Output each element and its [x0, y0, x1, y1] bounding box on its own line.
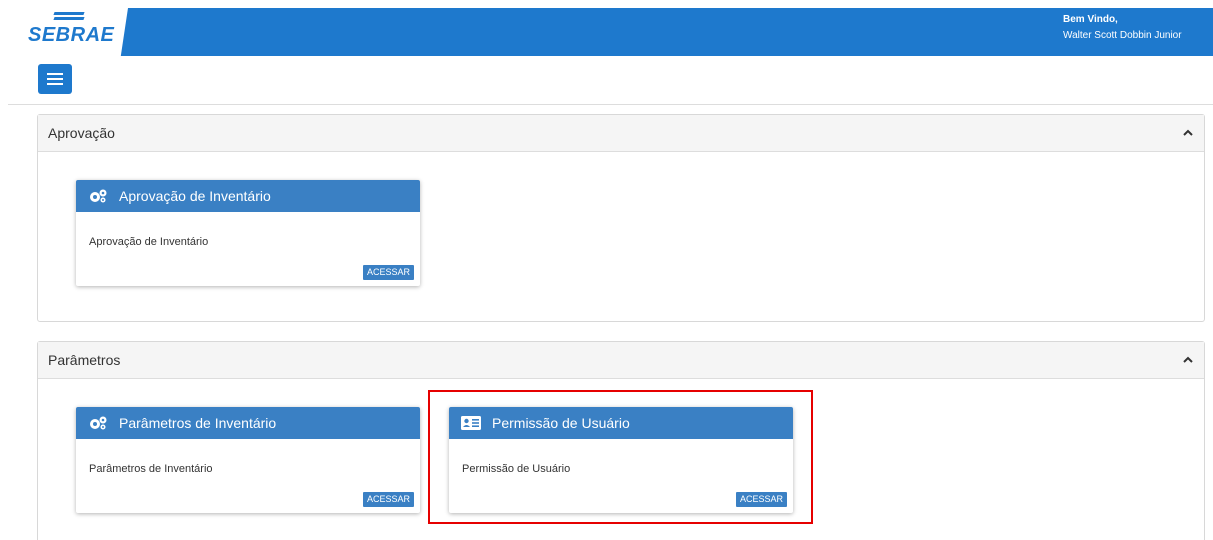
user-menu[interactable]: Bem Vindo, Walter Scott Dobbin Junior: [1063, 12, 1213, 44]
logo-text: SEBRAE: [28, 24, 115, 46]
chevron-up-icon[interactable]: [1182, 354, 1194, 366]
card-title: Parâmetros de Inventário: [119, 415, 277, 431]
chevron-up-icon[interactable]: [1182, 127, 1194, 139]
acessar-button[interactable]: ACESSAR: [362, 265, 414, 280]
hamburger-line: [47, 83, 63, 85]
user-name: Walter Scott Dobbin Junior: [1063, 30, 1182, 41]
toolbar: [8, 56, 1213, 105]
card-header: Parâmetros de Inventário: [76, 407, 420, 439]
hamburger-menu-button[interactable]: [38, 64, 72, 94]
sebrae-logo[interactable]: SEBRAE: [8, 8, 128, 56]
highlight-box: [428, 390, 813, 524]
card-parametros-inventario: Parâmetros de Inventário Parâmetros de I…: [76, 407, 420, 513]
panel-aprovacao: Aprovação Aprovação de Inventário Aprova…: [37, 114, 1205, 322]
gears-icon: [90, 416, 107, 430]
card-header: Aprovação de Inventário: [76, 180, 420, 212]
page: SEBRAE Bem Vindo, Walter Scott Dobbin Ju…: [0, 0, 1213, 540]
panel-title: Aprovação: [48, 125, 115, 141]
gears-icon: [90, 189, 107, 203]
card-title: Aprovação de Inventário: [119, 188, 271, 204]
hamburger-menu-icon: [47, 73, 63, 75]
panel-header-parametros[interactable]: Parâmetros: [38, 342, 1204, 379]
acessar-button[interactable]: ACESSAR: [362, 492, 414, 507]
hamburger-line: [47, 78, 63, 80]
panel-title: Parâmetros: [48, 352, 121, 368]
card-aprovacao-inventario: Aprovação de Inventário Aprovação de Inv…: [76, 180, 420, 286]
card-description: Aprovação de Inventário: [89, 236, 209, 248]
card-description: Parâmetros de Inventário: [89, 463, 213, 475]
welcome-label: Bem Vindo,: [1063, 14, 1118, 25]
top-header: SEBRAE Bem Vindo, Walter Scott Dobbin Ju…: [8, 8, 1213, 56]
panel-header-aprovacao[interactable]: Aprovação: [38, 115, 1204, 152]
